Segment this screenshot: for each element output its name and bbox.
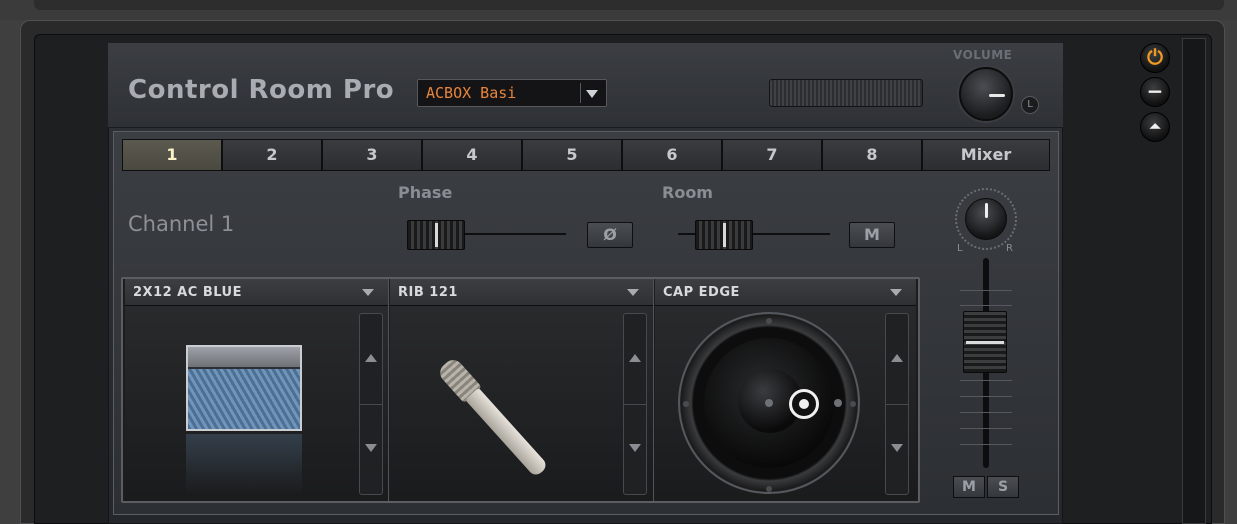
phase-slider-indicator [435,223,438,247]
tab-3[interactable]: 3 [322,139,422,171]
fader-scale-tick [960,380,1012,381]
scroll-down-icon[interactable] [629,444,641,452]
mic-position-target-icon[interactable] [789,389,819,419]
fader-scale-tick [960,305,1012,306]
channel-name: Channel 1 [128,212,235,236]
room-mono-button[interactable]: M [849,222,895,248]
scroll-up-icon[interactable] [629,354,641,362]
scroll-up-icon[interactable] [891,354,903,362]
speaker-bolt [766,486,772,492]
level-meter [769,79,923,107]
pan-knob-body [965,198,1007,240]
solo-button[interactable]: S [987,476,1019,498]
room-label: Room [662,183,713,202]
phase-invert-button[interactable]: Ø [587,222,633,248]
collapse-icon[interactable]: ⏶ [1140,112,1170,142]
power-icon[interactable]: ⏻ [1140,43,1170,73]
pan-right-label: R [1006,243,1013,254]
scroll-up-icon[interactable] [365,354,377,362]
fader-indicator [966,341,1004,344]
mic-position-dot[interactable] [765,399,773,407]
phase-slider-thumb[interactable] [407,220,465,250]
phase-label: Phase [398,183,453,202]
tab-6[interactable]: 6 [622,139,722,171]
tab-mixer[interactable]: Mixer [922,139,1050,171]
cabinet-name: 2X12 AC BLUE [133,285,242,300]
position-name: CAP EDGE [663,285,740,300]
volume-label: VOLUME [953,48,1013,62]
room-slider-indicator [723,223,726,247]
pan-left-label: L [957,243,963,254]
volume-knob-indicator [989,94,1005,97]
mute-button[interactable]: M [953,476,985,498]
mic-position-dot[interactable] [834,399,842,407]
tab-7[interactable]: 7 [722,139,822,171]
scroll-down-icon[interactable] [891,444,903,452]
mic-scroller[interactable] [623,313,647,495]
chevron-down-icon[interactable] [890,289,902,296]
mic-name: RIB 121 [398,285,458,300]
preset-divider [580,83,581,103]
fader-scale-tick [960,290,1012,291]
channel-fader-thumb[interactable] [963,311,1007,373]
speaker-bolt [683,401,689,407]
tab-1[interactable]: 1 [122,139,222,171]
cabinet-reflection [186,434,302,494]
position-selector[interactable]: CAP EDGE [655,279,916,306]
mic-selector[interactable]: RIB 121 [390,279,653,306]
speaker-bolt [766,318,772,324]
tab-5[interactable]: 5 [522,139,622,171]
chevron-down-icon[interactable] [586,90,598,98]
rack-scrollbar[interactable] [1182,38,1206,524]
fader-scale-tick [960,444,1012,445]
preset-dropdown[interactable]: ACBOX Basi [417,79,607,107]
minimize-icon[interactable]: − [1140,77,1170,107]
volume-link-button[interactable]: L [1021,96,1039,114]
fader-scale-tick [960,428,1012,429]
scroller-divider [886,404,908,405]
cabinet-scroller[interactable] [359,313,383,495]
tab-8[interactable]: 8 [822,139,922,171]
plugin-title: Control Room Pro [128,75,395,105]
pan-knob-indicator [985,203,988,218]
position-scroller[interactable] [885,313,909,495]
pan-knob[interactable] [955,188,1017,250]
scroller-divider [360,404,382,405]
tab-2[interactable]: 2 [222,139,322,171]
speaker-bolt [850,401,856,407]
volume-knob[interactable] [959,67,1013,121]
host-top-bar [34,0,1224,10]
scroll-down-icon[interactable] [365,444,377,452]
room-slider-thumb[interactable] [695,220,753,250]
channel-tabs: 1 2 3 4 5 6 7 8 Mixer [122,139,1050,171]
target-center [799,399,809,409]
chevron-down-icon[interactable] [627,289,639,296]
tab-4[interactable]: 4 [422,139,522,171]
chevron-down-icon[interactable] [362,289,374,296]
cabinet-selector[interactable]: 2X12 AC BLUE [125,279,388,306]
scroller-divider [624,404,646,405]
fader-scale-tick [960,396,1012,397]
cabinet-icon [186,345,302,431]
fader-scale-tick [960,412,1012,413]
preset-value: ACBOX Basi [426,84,517,102]
cabinet-top-panel [188,347,300,369]
host-top-strip [0,0,1237,20]
